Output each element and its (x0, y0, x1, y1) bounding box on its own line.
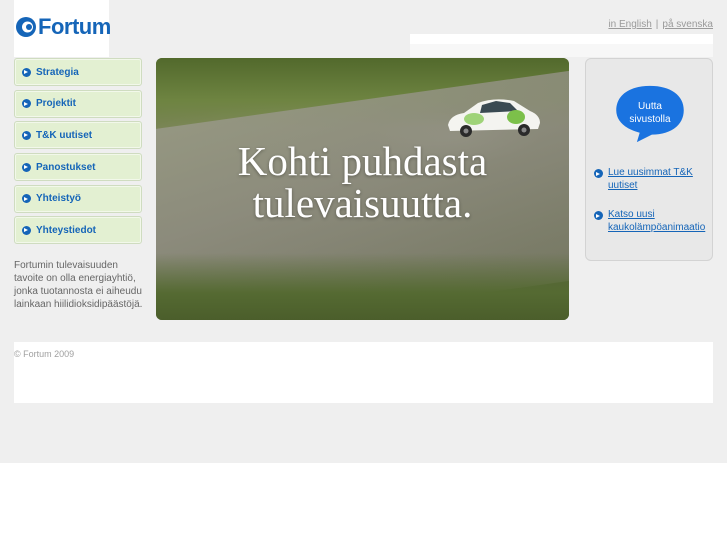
sidebar-item-label: Panostukset (36, 161, 96, 173)
copyright-text: © Fortum 2009 (14, 349, 75, 359)
intro-text: Fortumin tulevaisuuden tavoite on olla e… (14, 260, 143, 310)
arrow-circle-icon (22, 67, 31, 77)
language-switcher: in English | på svenska (608, 19, 713, 30)
sidebar-item-yhteystiedot[interactable]: Yhteystiedot (14, 216, 142, 245)
arrow-circle-icon (22, 130, 31, 140)
header-strip (410, 34, 713, 44)
hero-grass (156, 253, 569, 320)
bubble-line-2: sivustolla (629, 114, 671, 125)
lang-separator: | (655, 19, 659, 30)
hero-banner: Kohti puhdasta tulevaisuutta. (156, 58, 569, 320)
arrow-circle-icon (22, 225, 31, 235)
tk-news-link[interactable]: Lue uusimmat T&K uutiset (608, 166, 712, 192)
header-strip-shade (410, 44, 713, 57)
sidebar-item-tk-uutiset[interactable]: T&K uutiset (14, 121, 142, 150)
sidebar-item-label: Yhteistyö (36, 193, 82, 205)
arrow-circle-icon (594, 169, 603, 178)
hero-headline: Kohti puhdasta tulevaisuutta. (156, 140, 569, 224)
arrow-circle-icon (22, 99, 31, 109)
news-link-item: Lue uusimmat T&K uutiset (594, 166, 712, 192)
bubble-line-1: Uutta (638, 101, 662, 112)
logo-wordmark: Fortum (38, 14, 111, 39)
hero-headline-line-1: Kohti puhdasta (237, 138, 488, 184)
sidebar-item-label: T&K uutiset (36, 129, 93, 141)
sidebar-item-projektit[interactable]: Projektit (14, 89, 142, 118)
district-heating-animation-link[interactable]: Katso uusi kaukolämpöanimaatio (608, 208, 712, 234)
sidebar-item-strategia[interactable]: Strategia (14, 58, 142, 86)
arrow-circle-icon (22, 162, 31, 172)
sidebar-item-yhteistyo[interactable]: Yhteistyö (14, 184, 142, 213)
sidebar-item-panostukset[interactable]: Panostukset (14, 153, 142, 182)
sidebar-item-label: Strategia (36, 66, 79, 78)
fortum-logo-icon (16, 17, 36, 37)
footer: © Fortum 2009 (14, 342, 713, 403)
news-panel: Uutta sivustolla Lue uusimmat T&K uutise… (585, 58, 713, 261)
arrow-circle-icon (22, 194, 31, 204)
lang-swedish-link[interactable]: på svenska (662, 19, 713, 30)
news-link-item: Katso uusi kaukolämpöanimaatio (594, 208, 712, 234)
lang-english-link[interactable]: in English (608, 19, 651, 30)
sidebar-item-label: Yhteystiedot (36, 224, 97, 236)
sidebar-nav: Strategia Projektit T&K uutiset Panostuk… (14, 58, 142, 248)
speech-bubble-text: Uutta sivustolla (612, 100, 688, 126)
arrow-circle-icon (594, 211, 603, 220)
sidebar-item-label: Projektit (36, 98, 77, 110)
hero-headline-line-2: tulevaisuutta. (252, 180, 473, 226)
fortum-logo[interactable]: Fortum (15, 14, 111, 40)
car-image (448, 99, 540, 137)
